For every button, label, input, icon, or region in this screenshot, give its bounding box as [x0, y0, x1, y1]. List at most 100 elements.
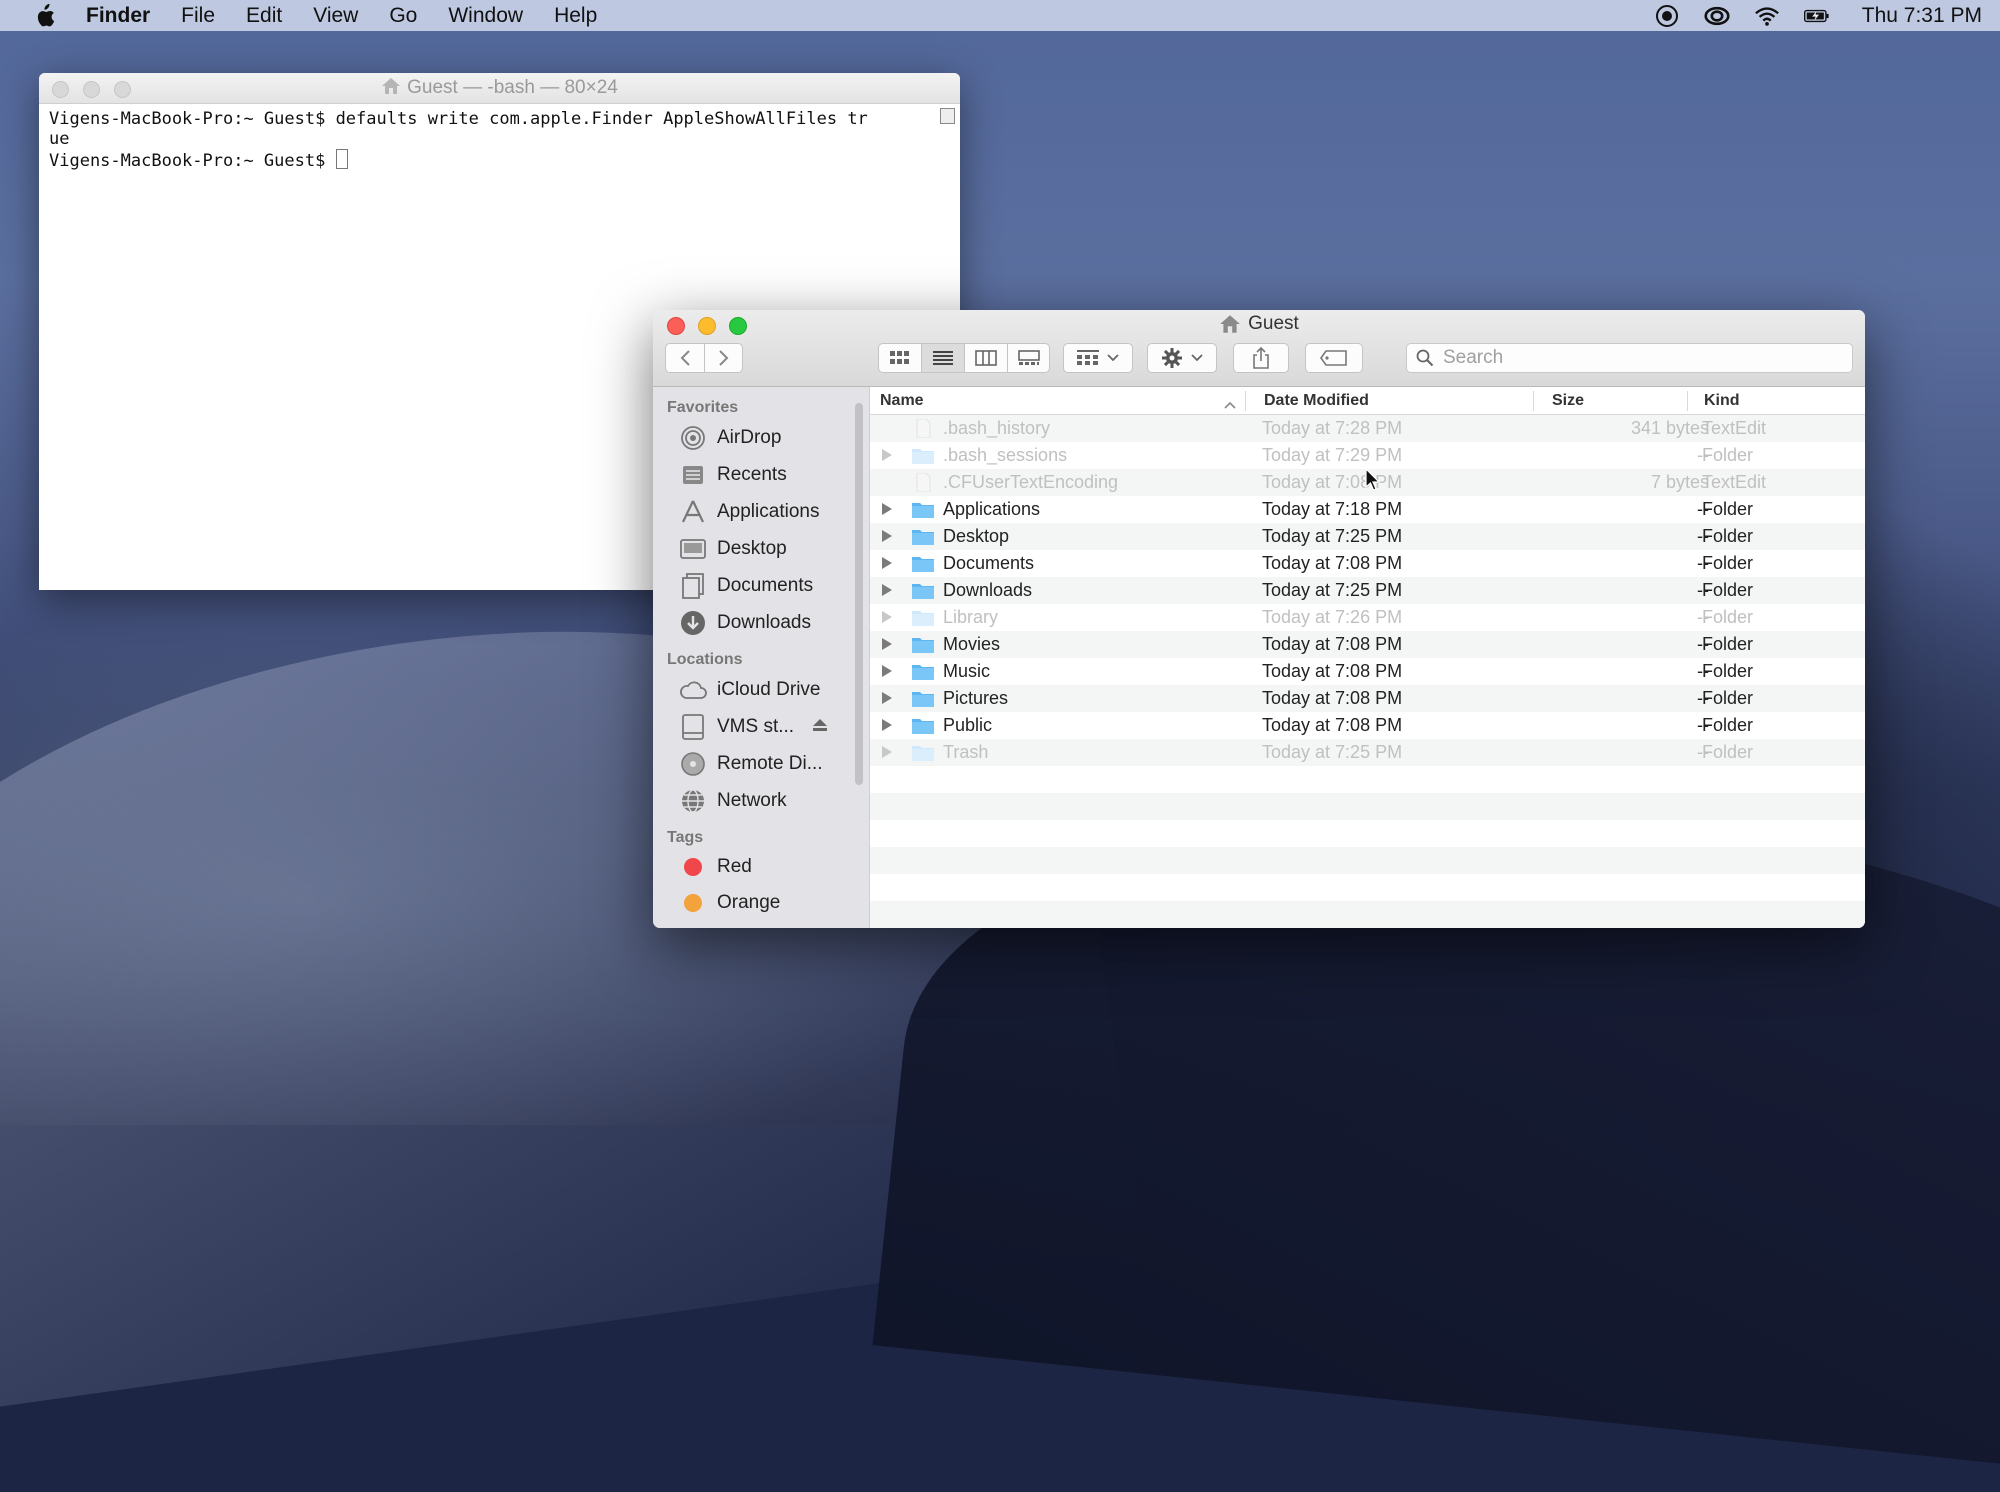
icon-view-button[interactable]	[879, 344, 922, 372]
column-header-size[interactable]: Size	[1552, 387, 1584, 414]
file-date: Today at 7:18 PM	[1262, 499, 1403, 519]
table-row[interactable]: Downloads Today at 7:25 PM -- Folder	[870, 577, 1865, 604]
column-header-name[interactable]: Name	[880, 387, 924, 414]
nav-buttons	[665, 343, 743, 373]
home-folder-icon	[382, 78, 401, 94]
file-kind: Folder	[1702, 634, 1754, 654]
disclosure-triangle-icon[interactable]	[882, 719, 892, 731]
file-name: Downloads	[943, 580, 1033, 600]
terminal-scroll-marker[interactable]	[940, 108, 955, 124]
sidebar-item-applications[interactable]: Applications	[653, 493, 869, 530]
column-divider[interactable]	[1533, 391, 1534, 411]
search-field[interactable]	[1406, 343, 1853, 373]
file-kind: Folder	[1702, 526, 1754, 546]
table-row[interactable]: Trash Today at 7:25 PM -- Folder	[870, 739, 1865, 766]
menubar-clock[interactable]: Thu 7:31 PM	[1862, 4, 1982, 28]
disclosure-triangle-icon[interactable]	[882, 449, 892, 461]
disclosure-triangle-icon[interactable]	[882, 530, 892, 542]
sidebar-item-documents[interactable]: Documents	[653, 567, 869, 604]
disclosure-triangle-icon[interactable]	[882, 692, 892, 704]
menu-go[interactable]: Go	[389, 4, 417, 28]
table-row[interactable]: Desktop Today at 7:25 PM -- Folder	[870, 523, 1865, 550]
battery-charging-icon[interactable]	[1803, 5, 1830, 27]
menu-help[interactable]: Help	[554, 4, 597, 28]
disclosure-triangle-icon[interactable]	[882, 557, 892, 569]
action-menu-button[interactable]	[1147, 343, 1217, 373]
eject-icon[interactable]	[812, 716, 828, 738]
table-row[interactable]: .bash_sessions Today at 7:29 PM -- Folder	[870, 442, 1865, 469]
file-date: Today at 7:08 PM	[1262, 715, 1403, 735]
sidebar-item-label: VMS st...	[717, 715, 795, 737]
file-kind: Folder	[1702, 661, 1754, 681]
gallery-view-button[interactable]	[1008, 344, 1050, 372]
column-divider[interactable]	[1245, 391, 1246, 411]
sidebar-item-tag-red[interactable]: Red	[653, 849, 869, 885]
text-file-icon	[916, 419, 931, 438]
sidebar-item-label: iCloud Drive	[717, 678, 821, 700]
sidebar-item-label: Recents	[717, 463, 787, 485]
column-header-kind[interactable]: Kind	[1704, 387, 1740, 414]
forward-button[interactable]	[705, 344, 743, 372]
file-kind: Folder	[1702, 580, 1754, 600]
file-date: Today at 7:28 PM	[1262, 418, 1403, 438]
menu-extras: Thu 7:31 PM	[1654, 0, 1982, 31]
menu-file[interactable]: File	[181, 4, 215, 28]
file-size: 7 bytes	[1650, 472, 1709, 492]
wifi-icon[interactable]	[1754, 5, 1780, 27]
sidebar-item-tag-orange[interactable]: Orange	[653, 885, 869, 921]
menu-edit[interactable]: Edit	[246, 4, 282, 28]
screen-record-icon[interactable]	[1654, 4, 1680, 27]
file-name: Library	[943, 607, 999, 627]
list-view-button[interactable]	[921, 344, 965, 372]
sidebar-item-label: Desktop	[717, 537, 787, 559]
table-row[interactable]: Documents Today at 7:08 PM -- Folder	[870, 550, 1865, 577]
column-view-button[interactable]	[965, 344, 1008, 372]
finder-sidebar: Favorites AirDrop Recents Applications D…	[653, 387, 870, 928]
sidebar-item-icloud-drive[interactable]: iCloud Drive	[653, 671, 869, 708]
sidebar-item-network[interactable]: Network	[653, 782, 869, 819]
menu-bar: Finder File Edit View Go Window Help Thu…	[0, 0, 2000, 31]
search-input[interactable]	[1441, 346, 1825, 370]
disclosure-triangle-icon[interactable]	[882, 665, 892, 677]
disclosure-triangle-icon[interactable]	[882, 611, 892, 623]
sidebar-heading-favorites: Favorites	[667, 399, 739, 416]
sidebar-item-recents[interactable]: Recents	[653, 456, 869, 493]
file-name: Trash	[943, 742, 989, 762]
table-row[interactable]: Pictures Today at 7:08 PM -- Folder	[870, 685, 1865, 712]
table-row[interactable]: Music Today at 7:08 PM -- Folder	[870, 658, 1865, 685]
terminal-title: Guest — -bash — 80×24	[39, 73, 960, 103]
terminal-output[interactable]: Vigens-MacBook-Pro:~ Guest$ defaults wri…	[39, 104, 960, 178]
disclosure-triangle-icon[interactable]	[882, 584, 892, 596]
table-row[interactable]: Public Today at 7:08 PM -- Folder	[870, 712, 1865, 739]
table-row[interactable]: Movies Today at 7:08 PM -- Folder	[870, 631, 1865, 658]
creative-cloud-icon[interactable]	[1704, 5, 1730, 27]
table-row[interactable]: .bash_history Today at 7:28 PM 341 bytes Te…	[870, 415, 1865, 442]
file-date: Today at 7:08 PM	[1262, 634, 1403, 654]
sidebar-item-desktop[interactable]: Desktop	[653, 530, 869, 567]
terminal-titlebar: Guest — -bash — 80×24	[39, 73, 960, 104]
table-row[interactable]: Applications Today at 7:18 PM -- Folder	[870, 496, 1865, 523]
menu-view[interactable]: View	[313, 4, 358, 28]
menu-finder[interactable]: Finder	[86, 4, 150, 28]
sidebar-item-remote-disc[interactable]: Remote Di...	[653, 745, 869, 782]
table-row[interactable]: Library Today at 7:26 PM -- Folder	[870, 604, 1865, 631]
view-seg	[879, 344, 1050, 372]
sidebar-item-airdrop[interactable]: AirDrop	[653, 419, 869, 456]
file-name: Desktop	[943, 526, 1010, 546]
sidebar-scrollbar[interactable]	[855, 403, 863, 785]
sidebar-item-downloads[interactable]: Downloads	[653, 604, 869, 641]
disclosure-triangle-icon[interactable]	[882, 746, 892, 758]
file-date: Today at 7:29 PM	[1262, 445, 1403, 465]
apple-menu-icon[interactable]	[32, 3, 56, 29]
column-divider[interactable]	[1687, 391, 1688, 411]
group-by-button[interactable]	[1063, 343, 1133, 373]
disclosure-triangle-icon[interactable]	[882, 503, 892, 515]
disclosure-triangle-icon[interactable]	[882, 638, 892, 650]
menu-window[interactable]: Window	[448, 4, 523, 28]
share-button[interactable]	[1233, 343, 1289, 373]
back-button[interactable]	[666, 344, 705, 372]
edit-tags-button[interactable]	[1305, 343, 1363, 373]
sidebar-item-vms-drive[interactable]: VMS st...	[653, 708, 869, 745]
file-name: .CFUserTextEncoding	[943, 472, 1119, 492]
column-header-date[interactable]: Date Modified	[1264, 387, 1369, 414]
